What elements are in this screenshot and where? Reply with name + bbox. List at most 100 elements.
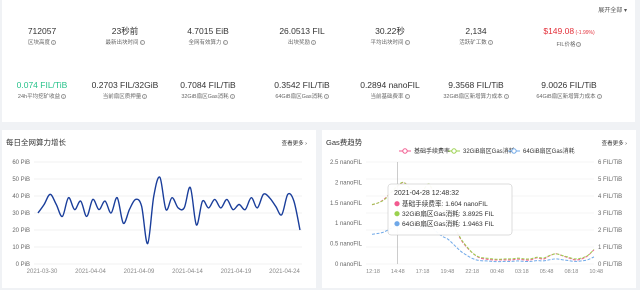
x-tick-label: 2021-04-19 (221, 269, 252, 275)
legend-label: 64GiB扇区Gas消耗 (523, 147, 575, 155)
stat-value: 0.074 FIL/TiB (16, 80, 68, 90)
info-icon[interactable]: i (229, 94, 235, 100)
tooltip-time: 2021-04-28 12:48:32 (394, 190, 459, 197)
x-tick-label: 08:18 (565, 269, 579, 275)
stat-value: 4.7015 EiB (187, 26, 229, 36)
y-tick-label: 60 PiB (12, 160, 30, 166)
info-icon[interactable]: i (311, 40, 316, 46)
y-tick-label: 30 PiB (12, 211, 30, 217)
y-right-tick-label: 3 FIL/TiB (598, 211, 622, 217)
y-right-tick-label: 1 FIL/TiB (598, 245, 622, 251)
legend-label: 32GiB扇区Gas消耗 (463, 147, 515, 155)
x-tick-label: 2021-04-09 (124, 269, 155, 275)
x-tick-label: 03:18 (515, 269, 529, 275)
x-tick-label: 2021-04-14 (172, 269, 203, 275)
y-tick-label: 0 PiB (16, 262, 30, 268)
y-left-tick-label: 0.5 nanoFIL (330, 242, 363, 248)
stat-label: FIL价格 i (529, 42, 609, 49)
x-tick-label: 2021-03-30 (27, 269, 58, 275)
stat-item: 0.7084 FIL/TiB 32GiB扇区Gas消耗 i (168, 80, 248, 101)
stats-card: 展开全部 ▾ 712057 区块高度 i 23秒前 最新出块时间 i 4.7015 EiB 全… (2, 0, 635, 122)
stat-item: 9.0026 FIL/TiB 64GiB扇区新增算力成本 i (529, 80, 609, 101)
info-icon[interactable]: i (596, 94, 602, 100)
stat-value: 2,134 (465, 26, 487, 36)
x-tick-label: 17:18 (416, 269, 430, 275)
tooltip-marker (394, 221, 400, 227)
stat-label: 64GiB扇区Gas消耗 i (262, 94, 342, 101)
info-icon[interactable]: i (222, 40, 228, 46)
stat-label: 区块高度 i (2, 40, 82, 47)
stat-item: 2,134 活跃矿工数 i (436, 26, 516, 47)
y-right-tick-label: 4 FIL/TiB (598, 194, 622, 200)
gas-trend-panel: Gas费趋势 查看更多 › 0 nanoFIL 0.5 nanoFIL 1 nano… (322, 130, 636, 288)
stat-value: 0.2703 FIL/32GiB (91, 80, 159, 90)
y-right-tick-label: 6 FIL/TiB (598, 160, 622, 166)
stat-label: 64GiB扇区新增算力成本 i (529, 94, 609, 101)
legend-swatch-marker (511, 148, 517, 154)
stat-item: 30.22秒 平均出块时间 i (350, 26, 430, 47)
y-left-tick-label: 1.5 nanoFIL (330, 201, 363, 207)
tooltip-marker (394, 201, 400, 207)
info-icon[interactable]: i (503, 94, 509, 100)
x-tick-label: 10:48 (589, 269, 603, 275)
y-tick-label: 40 PiB (12, 194, 30, 200)
stat-item: 4.7015 EiB 全网有效算力 i (168, 26, 248, 47)
stat-label: 24h平均挖矿收益 i (2, 94, 82, 101)
info-icon[interactable]: i (323, 94, 329, 100)
stat-label: 32GiB扇区Gas消耗 i (168, 94, 248, 101)
stat-value: 9.3568 FIL/TiB (448, 80, 504, 90)
info-icon[interactable]: i (139, 40, 145, 46)
stat-item: $149.08 (-1.99%) FIL价格 i (529, 26, 609, 49)
info-icon[interactable]: i (61, 94, 67, 100)
series-line (37, 176, 301, 245)
stat-item: 0.2894 nanoFIL 当前基础费率 i (350, 80, 430, 101)
x-tick-label: 05:48 (540, 269, 554, 275)
y-right-tick-label: 5 FIL/TiB (598, 177, 622, 183)
info-icon[interactable]: i (487, 40, 493, 46)
info-icon[interactable]: i (576, 42, 582, 48)
y-tick-label: 10 PiB (12, 245, 30, 251)
stat-value: 0.3542 FIL/TiB (274, 80, 330, 90)
network-power-panel: 每日全网算力增长 查看更多 › 0 PiB 10 PiB 20 PiB 30 PiB 4… (2, 130, 316, 288)
stat-item: 0.2703 FIL/32GiB 当前扇区质押量 i (85, 80, 165, 101)
y-left-tick-label: 2.5 nanoFIL (330, 160, 363, 166)
stat-label: 出块奖励 i (262, 40, 342, 47)
y-right-tick-label: 0 FIL/TiB (598, 262, 622, 268)
stat-label: 最新出块时间 i (85, 40, 165, 47)
stat-value: 712057 (27, 26, 57, 36)
x-tick-label: 12:18 (366, 269, 380, 275)
x-tick-label: 14:48 (391, 269, 405, 275)
stat-label: 当前基础费率 i (350, 94, 430, 101)
stat-value: $149.08 (-1.99%) (543, 26, 595, 36)
stat-value: 0.2894 nanoFIL (360, 80, 420, 90)
tooltip-row: 32GiB扇区Gas消耗: 3.8925 FIL (402, 209, 494, 218)
stat-value: 26.0513 FIL (279, 26, 325, 36)
tooltip-marker (394, 211, 400, 217)
info-icon[interactable]: i (142, 94, 148, 100)
stat-value: 0.7084 FIL/TiB (180, 80, 236, 90)
y-tick-label: 20 PiB (12, 228, 30, 234)
stat-label: 平均出块时间 i (350, 40, 430, 47)
y-right-tick-label: 2 FIL/TiB (598, 228, 622, 234)
info-icon[interactable]: i (404, 94, 410, 100)
info-icon[interactable]: i (51, 40, 56, 46)
expand-all-toggle[interactable]: 展开全部 ▾ (598, 5, 627, 14)
stat-item: 9.3568 FIL/TiB 32GiB扇区新增算力成本 i (436, 80, 516, 101)
x-tick-label: 19:48 (441, 269, 455, 275)
y-tick-label: 50 PiB (12, 177, 30, 183)
x-tick-label: 00:48 (490, 269, 504, 275)
stat-item: 26.0513 FIL 出块奖励 i (262, 26, 342, 47)
x-tick-label: 2021-04-04 (75, 269, 106, 275)
tooltip-row: 64GiB扇区Gas消耗: 1.9463 FIL (402, 219, 494, 228)
legend-label: 基础手续费率 (414, 147, 450, 155)
y-left-tick-label: 1 nanoFIL (335, 221, 363, 227)
legend-swatch-marker (402, 148, 408, 154)
y-left-tick-label: 2 nanoFIL (335, 180, 363, 186)
price-change: (-1.99%) (574, 30, 595, 36)
tooltip-row: 基础手续费率: 1.604 nanoFIL (402, 199, 488, 208)
stat-value: 9.0026 FIL/TiB (541, 80, 597, 90)
stat-label: 活跃矿工数 i (436, 40, 516, 47)
x-tick-label: 2021-04-24 (269, 269, 300, 275)
power-growth-chart: 0 PiB 10 PiB 20 PiB 30 PiB 40 PiB 50 PiB 60 Pi… (12, 160, 302, 275)
info-icon[interactable]: i (404, 40, 410, 46)
